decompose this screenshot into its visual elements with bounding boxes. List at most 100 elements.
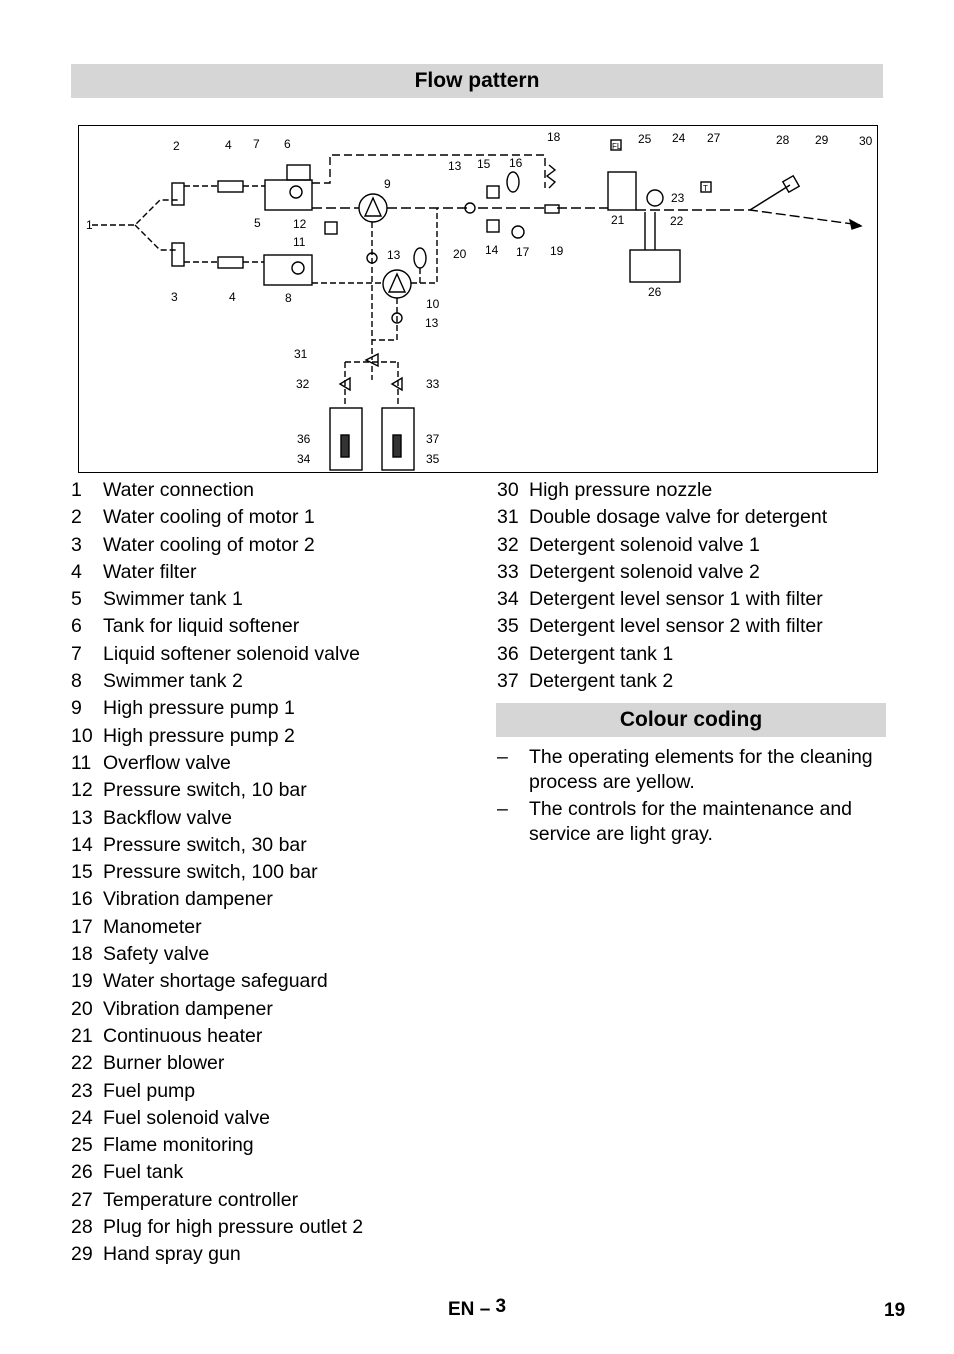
legend-label: Swimmer tank 2 xyxy=(103,670,243,693)
legend-number: 24 xyxy=(71,1106,93,1129)
legend-number: 3 xyxy=(71,533,82,556)
svg-text:35: 35 xyxy=(426,452,440,466)
legend-number: 22 xyxy=(71,1052,93,1075)
svg-text:11: 11 xyxy=(293,235,306,249)
legend-item: 24 Fuel solenoid valve xyxy=(71,1105,471,1132)
legend-label: Water filter xyxy=(103,560,197,583)
svg-text:13: 13 xyxy=(387,248,401,262)
legend-number: 14 xyxy=(71,833,93,856)
legend-number: 25 xyxy=(71,1134,93,1157)
legend-item: 23 Fuel pump xyxy=(71,1078,471,1105)
legend-label: Fuel pump xyxy=(103,1079,196,1102)
legend-label: Pressure switch, 100 bar xyxy=(103,861,318,884)
legend-item: 9 High pressure pump 1 xyxy=(71,695,471,722)
legend-number: 6 xyxy=(71,615,82,638)
legend-number: 16 xyxy=(71,888,93,911)
svg-text:15: 15 xyxy=(477,157,491,171)
legend-label: Double dosage valve for detergent xyxy=(529,506,828,529)
bullet-text: The operating elements for the cleaning … xyxy=(529,746,873,793)
colour-coding-list: – The operating elements for the cleaning… xyxy=(497,745,887,849)
legend-item: 3 Water cooling of motor 2 xyxy=(71,532,471,559)
svg-text:9: 9 xyxy=(384,177,391,191)
legend-item: 4 Water filter xyxy=(71,559,471,586)
components xyxy=(171,139,863,471)
svg-text:32: 32 xyxy=(296,377,310,391)
legend-item: 37 Detergent tank 2 xyxy=(497,668,897,695)
legend-item: 15 Pressure switch, 100 bar xyxy=(71,859,471,886)
legend-label: Continuous heater xyxy=(103,1024,263,1047)
svg-text:37: 37 xyxy=(426,432,440,446)
legend-label: Overflow valve xyxy=(103,751,231,774)
legend-label: Vibration dampener xyxy=(103,997,273,1020)
legend-item: 30 High pressure nozzle xyxy=(497,477,897,504)
legend-label: Water shortage safeguard xyxy=(103,970,328,993)
svg-text:31: 31 xyxy=(294,347,308,361)
svg-text:24: 24 xyxy=(672,131,686,145)
legend-label: Detergent solenoid valve 1 xyxy=(529,533,760,556)
svg-text:34: 34 xyxy=(297,452,311,466)
svg-text:19: 19 xyxy=(550,244,564,258)
svg-text:28: 28 xyxy=(776,133,790,147)
legend-number: 27 xyxy=(71,1188,93,1211)
svg-text:29: 29 xyxy=(815,133,829,147)
bullet-item: – The operating elements for the cleaning… xyxy=(497,745,887,795)
legend-label: Water cooling of motor 1 xyxy=(103,506,315,529)
section-number: 3 xyxy=(495,1296,507,1317)
svg-text:17: 17 xyxy=(516,245,530,259)
legend-number: 28 xyxy=(71,1216,93,1239)
bullet-item: – The controls for the maintenance and se… xyxy=(497,797,887,847)
svg-text:16: 16 xyxy=(509,156,523,170)
legend-item: 28 Plug for high pressure outlet 2 xyxy=(71,1214,471,1241)
legend-label: Liquid softener solenoid valve xyxy=(103,642,360,665)
legend-item: 29 Hand spray gun xyxy=(71,1241,471,1268)
legend-label: Detergent solenoid valve 2 xyxy=(529,560,760,583)
legend-number: 23 xyxy=(71,1079,93,1102)
legend-number: 20 xyxy=(71,997,93,1020)
svg-text:27: 27 xyxy=(707,131,721,145)
legend-number: 15 xyxy=(71,861,93,884)
svg-text:3: 3 xyxy=(171,290,178,304)
legend-item: 18 Safety valve xyxy=(71,941,471,968)
legend-item: 36 Detergent tank 1 xyxy=(497,641,897,668)
legend-label: Temperature controller xyxy=(103,1188,299,1211)
footer-lang: EN – 3 xyxy=(448,1296,507,1321)
legend-label: Detergent level sensor 2 with filter xyxy=(529,615,823,638)
legend-label: Water connection xyxy=(103,479,255,501)
legend-number: 32 xyxy=(497,533,519,556)
legend-number: 9 xyxy=(71,697,82,720)
legend-number: 35 xyxy=(497,615,519,638)
legend-item: 22 Burner blower xyxy=(71,1050,471,1077)
legend-label: Manometer xyxy=(103,915,202,938)
lang-code: EN xyxy=(448,1299,475,1320)
legend-number: 18 xyxy=(71,943,93,966)
svg-text:2: 2 xyxy=(173,139,180,153)
svg-text:7: 7 xyxy=(253,137,260,151)
svg-text:13: 13 xyxy=(448,159,462,173)
legend-number: 21 xyxy=(71,1024,93,1047)
legend-number: 2 xyxy=(71,506,82,529)
legend-number: 34 xyxy=(497,588,519,611)
legend-number: 7 xyxy=(71,642,82,665)
legend-item: 20 Vibration dampener xyxy=(71,996,471,1023)
legend-right: 30 High pressure nozzle 31 Double dosage va… xyxy=(497,477,897,695)
legend-number: 11 xyxy=(71,751,92,774)
dash: – xyxy=(497,798,508,820)
legend-label: High pressure pump 1 xyxy=(103,697,295,720)
page-number: 19 xyxy=(884,1300,906,1321)
svg-text:4: 4 xyxy=(225,138,232,152)
svg-text:33: 33 xyxy=(426,377,440,391)
legend-label: Flame monitoring xyxy=(103,1134,254,1157)
legend-item: 35 Detergent level sensor 2 with filter xyxy=(497,613,897,640)
legend-number: 30 xyxy=(497,479,519,501)
legend-label: Hand spray gun xyxy=(103,1243,241,1266)
legend-number: 19 xyxy=(71,970,93,993)
legend-item: 1 Water connection xyxy=(71,477,471,504)
legend-label: High pressure nozzle xyxy=(529,479,713,501)
legend-number: 1 xyxy=(71,479,82,501)
svg-text:5: 5 xyxy=(254,216,261,230)
svg-text:14: 14 xyxy=(485,243,499,257)
legend-number: 4 xyxy=(71,560,82,583)
legend-item: 16 Vibration dampener xyxy=(71,886,471,913)
legend-label: Burner blower xyxy=(103,1052,225,1075)
legend-item: 27 Temperature controller xyxy=(71,1187,471,1214)
